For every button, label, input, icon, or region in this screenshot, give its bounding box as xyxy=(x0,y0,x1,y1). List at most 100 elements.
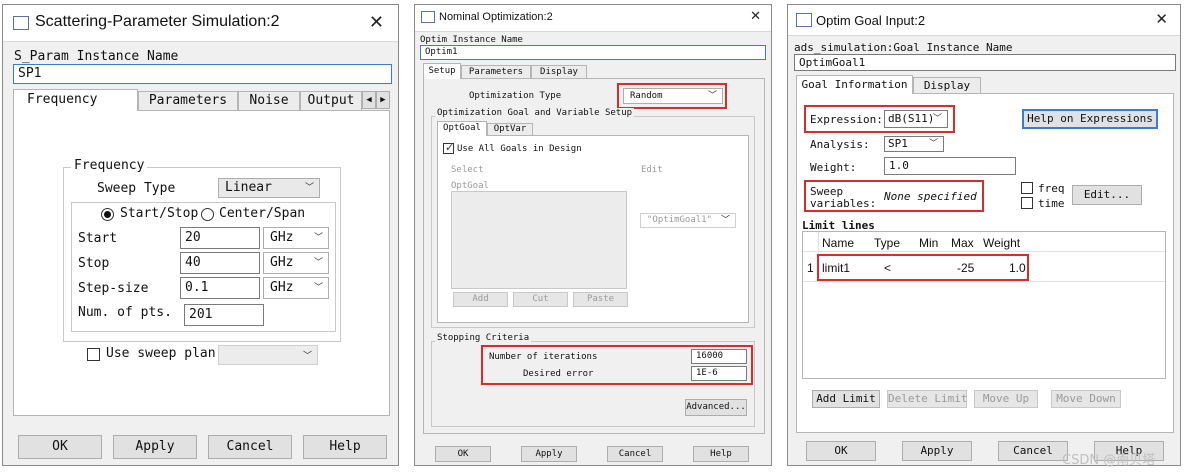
title-bar: Nominal Optimization:2 ✕ xyxy=(415,5,771,32)
step-size-input[interactable]: 0.1 xyxy=(180,277,260,299)
cut-button[interactable]: Cut xyxy=(513,292,568,307)
ok-button[interactable]: OK xyxy=(806,441,876,461)
use-all-goals-checkbox[interactable] xyxy=(443,141,454,154)
close-icon[interactable]: ✕ xyxy=(369,14,384,32)
instance-label: ads_simulation:Goal Instance Name xyxy=(794,41,1013,54)
apply-button[interactable]: Apply xyxy=(113,435,197,459)
highlight-expression xyxy=(804,105,955,133)
num-pts-label: Num. of pts. xyxy=(78,305,172,320)
help-on-expressions-button[interactable]: Help on Expressions xyxy=(1022,109,1158,129)
column-header-weight: Weight xyxy=(983,236,1021,250)
use-all-goals-label: Use All Goals in Design xyxy=(457,144,582,154)
step-unit-value: GHz xyxy=(270,280,294,295)
highlight-sweep-variables xyxy=(804,180,984,212)
watermark: CSDN @南贝塔 xyxy=(1062,453,1156,468)
freq-label: freq xyxy=(1038,182,1065,195)
instance-name-input[interactable]: SP1 xyxy=(13,64,392,84)
help-button[interactable]: Help xyxy=(693,446,749,462)
tab-display[interactable]: Display xyxy=(531,65,587,79)
stop-input[interactable]: 40 xyxy=(180,252,260,274)
window-title: Nominal Optimization:2 xyxy=(439,11,553,23)
close-icon[interactable]: ✕ xyxy=(1155,12,1168,27)
use-sweep-plan-label: Use sweep plan xyxy=(106,346,216,361)
app-icon xyxy=(796,13,812,27)
ok-button[interactable]: OK xyxy=(18,435,102,459)
app-icon xyxy=(13,16,29,30)
cancel-button[interactable]: Cancel xyxy=(998,441,1068,461)
help-button[interactable]: Help xyxy=(303,435,387,459)
add-button[interactable]: Add xyxy=(453,292,508,307)
optgoal-list[interactable] xyxy=(451,191,627,289)
stop-unit-value: GHz xyxy=(270,255,294,270)
move-up-button[interactable]: Move Up xyxy=(974,390,1038,408)
instance-name-input[interactable]: OptimGoal1 xyxy=(794,54,1176,71)
tab-parameters[interactable]: Parameters xyxy=(461,65,531,79)
analysis-select[interactable]: SP1 ﹀ xyxy=(884,136,944,152)
edit-sweep-button[interactable]: Edit... xyxy=(1072,185,1142,205)
column-header-name: Name xyxy=(822,236,855,250)
optim-goal-dialog: Optim Goal Input:2 ✕ ads_simulation:Goal… xyxy=(787,4,1181,466)
apply-button[interactable]: Apply xyxy=(521,446,577,462)
radio-start-stop[interactable] xyxy=(101,208,114,221)
tab-noise[interactable]: Noise xyxy=(238,91,300,111)
chevron-down-icon: ﹀ xyxy=(304,183,314,193)
move-down-button[interactable]: Move Down xyxy=(1051,390,1121,408)
add-limit-button[interactable]: Add Limit xyxy=(812,390,880,408)
select-label: Select xyxy=(451,165,484,175)
freq-checkbox[interactable] xyxy=(1021,182,1033,194)
advanced-button[interactable]: Advanced... xyxy=(685,399,747,416)
tab-frequency[interactable]: Frequency xyxy=(13,89,138,111)
tab-goal-information[interactable]: Goal Information xyxy=(796,75,913,94)
table-gridline xyxy=(803,281,1165,282)
weight-input[interactable]: 1.0 xyxy=(884,157,1016,175)
nominal-optimization-dialog: Nominal Optimization:2 ✕ Optim Instance … xyxy=(414,4,772,466)
window-title: Optim Goal Input:2 xyxy=(816,13,926,28)
ok-button[interactable]: OK xyxy=(435,446,491,462)
cancel-button[interactable]: Cancel xyxy=(208,435,292,459)
table-gridline xyxy=(803,251,1165,252)
row-index: 1 xyxy=(807,261,814,275)
tab-scroll-left[interactable]: ◀ xyxy=(362,91,376,109)
sweep-type-select[interactable]: Linear ﹀ xyxy=(218,178,320,198)
paste-button[interactable]: Paste xyxy=(573,292,628,307)
num-pts-input[interactable]: 201 xyxy=(184,304,264,326)
radio-center-span[interactable] xyxy=(201,208,214,221)
edit-goal-value: "OptimGoal1" xyxy=(647,215,713,225)
highlight-limit-row xyxy=(817,254,1029,281)
stop-unit-select[interactable]: GHz ﹀ xyxy=(263,252,329,274)
cancel-button[interactable]: Cancel xyxy=(607,446,663,462)
edit-label: Edit xyxy=(641,165,663,175)
apply-button[interactable]: Apply xyxy=(902,441,972,461)
tab-output[interactable]: Output xyxy=(300,91,362,111)
tab-scroll-right[interactable]: ▶ xyxy=(376,91,390,109)
start-input[interactable]: 20 xyxy=(180,227,260,249)
highlight-optimization-type xyxy=(617,83,727,109)
close-icon[interactable]: ✕ xyxy=(750,10,761,23)
delete-limit-button[interactable]: Delete Limit xyxy=(887,390,967,408)
chevron-down-icon: ﹀ xyxy=(928,139,938,149)
time-label: time xyxy=(1038,197,1065,210)
step-unit-select[interactable]: GHz ﹀ xyxy=(263,277,329,299)
stopping-criteria-label: Stopping Criteria xyxy=(435,333,532,343)
app-icon xyxy=(421,11,435,23)
sweep-plan-select[interactable]: ﹀ xyxy=(218,345,318,365)
optimization-type-label: Optimization Type xyxy=(469,91,562,101)
frequency-group-label: Frequency xyxy=(71,158,148,173)
column-header-min: Min xyxy=(919,236,939,250)
start-label: Start xyxy=(78,231,118,246)
weight-label: Weight: xyxy=(810,161,857,174)
use-sweep-plan-checkbox[interactable] xyxy=(87,348,100,361)
start-unit-select[interactable]: GHz ﹀ xyxy=(263,227,329,249)
sparam-dialog: Scattering-Parameter Simulation:2 ✕ S_Pa… xyxy=(2,4,399,466)
instance-name-input[interactable]: Optim1 xyxy=(420,45,766,60)
tab-setup[interactable]: Setup xyxy=(423,63,461,79)
tab-display[interactable]: Display xyxy=(913,77,981,94)
chevron-down-icon: ﹀ xyxy=(720,215,730,225)
column-header-type: Type xyxy=(874,236,901,250)
subtab-optgoal[interactable]: OptGoal xyxy=(437,121,487,136)
optgoal-label: OptGoal xyxy=(451,181,489,191)
edit-goal-select[interactable]: "OptimGoal1" ﹀ xyxy=(640,213,736,228)
time-checkbox[interactable] xyxy=(1021,197,1033,209)
stop-label: Stop xyxy=(78,256,110,271)
tab-parameters[interactable]: Parameters xyxy=(138,91,238,111)
